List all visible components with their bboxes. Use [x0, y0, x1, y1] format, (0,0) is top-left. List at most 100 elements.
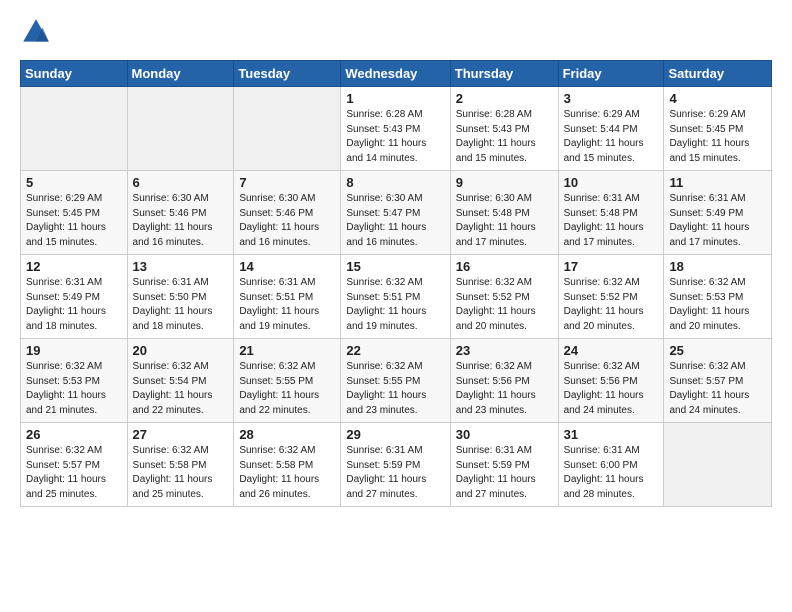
calendar-cell: 14 Sunrise: 6:31 AM Sunset: 5:51 PM Dayli… — [234, 255, 341, 339]
calendar-cell: 6 Sunrise: 6:30 AM Sunset: 5:46 PM Daylig… — [127, 171, 234, 255]
day-info: Sunrise: 6:28 AM Sunset: 5:43 PM Dayligh… — [346, 108, 444, 166]
calendar-cell: 18 Sunrise: 6:32 AM Sunset: 5:53 PM Dayli… — [664, 255, 772, 339]
calendar-cell — [234, 87, 341, 171]
calendar-cell: 28 Sunrise: 6:32 AM Sunset: 5:58 PM Dayli… — [234, 423, 341, 507]
day-info: Sunrise: 6:32 AM Sunset: 5:54 PM Dayligh… — [133, 360, 229, 418]
calendar-header: SundayMondayTuesdayWednesdayThursdayFrid… — [21, 61, 772, 87]
day-info: Sunrise: 6:30 AM Sunset: 5:46 PM Dayligh… — [239, 192, 335, 250]
day-number: 2 — [456, 91, 553, 106]
calendar-cell: 20Sunrise: 6:32 AM Sunset: 5:54 PM Dayli… — [127, 339, 234, 423]
day-number: 6 — [133, 175, 229, 190]
calendar-cell: 22 Sunrise: 6:32 AM Sunset: 5:55 PM Dayli… — [341, 339, 450, 423]
calendar-cell — [127, 87, 234, 171]
calendar-cell: 17 Sunrise: 6:32 AM Sunset: 5:52 PM Dayli… — [558, 255, 664, 339]
header — [20, 16, 772, 48]
day-number: 11 — [669, 175, 766, 190]
calendar-cell: 23 Sunrise: 6:32 AM Sunset: 5:56 PM Dayli… — [450, 339, 558, 423]
calendar-cell: 12 Sunrise: 6:31 AM Sunset: 5:49 PM Dayli… — [21, 255, 128, 339]
calendar-table: SundayMondayTuesdayWednesdayThursdayFrid… — [20, 60, 772, 507]
day-number: 8 — [346, 175, 444, 190]
day-number: 14 — [239, 259, 335, 274]
calendar-cell: 16Sunrise: 6:32 AM Sunset: 5:52 PM Dayli… — [450, 255, 558, 339]
day-info: Sunrise: 6:32 AM Sunset: 5:56 PM Dayligh… — [564, 360, 659, 418]
day-info: Sunrise: 6:30 AM Sunset: 5:48 PM Dayligh… — [456, 192, 553, 250]
day-info: Sunrise: 6:32 AM Sunset: 5:51 PM Dayligh… — [346, 276, 444, 334]
day-number: 30 — [456, 427, 553, 442]
calendar-cell: 27Sunrise: 6:32 AM Sunset: 5:58 PM Dayli… — [127, 423, 234, 507]
day-number: 24 — [564, 343, 659, 358]
calendar-cell — [21, 87, 128, 171]
day-info: Sunrise: 6:32 AM Sunset: 5:55 PM Dayligh… — [346, 360, 444, 418]
day-number: 7 — [239, 175, 335, 190]
day-info: Sunrise: 6:31 AM Sunset: 5:50 PM Dayligh… — [133, 276, 229, 334]
day-number: 26 — [26, 427, 122, 442]
day-info: Sunrise: 6:31 AM Sunset: 5:59 PM Dayligh… — [346, 444, 444, 502]
calendar-cell: 1 Sunrise: 6:28 AM Sunset: 5:43 PM Daylig… — [341, 87, 450, 171]
day-info: Sunrise: 6:28 AM Sunset: 5:43 PM Dayligh… — [456, 108, 553, 166]
calendar-cell: 30 Sunrise: 6:31 AM Sunset: 5:59 PM Dayli… — [450, 423, 558, 507]
day-number: 15 — [346, 259, 444, 274]
weekday-header: Monday — [127, 61, 234, 87]
day-info: Sunrise: 6:31 AM Sunset: 6:00 PM Dayligh… — [564, 444, 659, 502]
day-number: 22 — [346, 343, 444, 358]
day-number: 23 — [456, 343, 553, 358]
weekday-header: Thursday — [450, 61, 558, 87]
calendar-week-row: 12 Sunrise: 6:31 AM Sunset: 5:49 PM Dayli… — [21, 255, 772, 339]
calendar-cell: 19 Sunrise: 6:32 AM Sunset: 5:53 PM Dayli… — [21, 339, 128, 423]
day-number: 27 — [133, 427, 229, 442]
weekday-header: Wednesday — [341, 61, 450, 87]
calendar-week-row: 1 Sunrise: 6:28 AM Sunset: 5:43 PM Daylig… — [21, 87, 772, 171]
day-number: 19 — [26, 343, 122, 358]
day-info: Sunrise: 6:31 AM Sunset: 5:49 PM Dayligh… — [26, 276, 122, 334]
day-number: 28 — [239, 427, 335, 442]
day-info: Sunrise: 6:29 AM Sunset: 5:44 PM Dayligh… — [564, 108, 659, 166]
calendar-cell: 25 Sunrise: 6:32 AM Sunset: 5:57 PM Dayli… — [664, 339, 772, 423]
day-info: Sunrise: 6:30 AM Sunset: 5:46 PM Dayligh… — [133, 192, 229, 250]
day-number: 21 — [239, 343, 335, 358]
day-info: Sunrise: 6:32 AM Sunset: 5:52 PM Dayligh… — [564, 276, 659, 334]
calendar-cell — [664, 423, 772, 507]
day-number: 31 — [564, 427, 659, 442]
calendar-cell: 10Sunrise: 6:31 AM Sunset: 5:48 PM Dayli… — [558, 171, 664, 255]
logo-icon — [20, 16, 52, 48]
calendar-cell: 2 Sunrise: 6:28 AM Sunset: 5:43 PM Daylig… — [450, 87, 558, 171]
day-info: Sunrise: 6:32 AM Sunset: 5:52 PM Dayligh… — [456, 276, 553, 334]
calendar-cell: 7 Sunrise: 6:30 AM Sunset: 5:46 PM Daylig… — [234, 171, 341, 255]
calendar-cell: 24 Sunrise: 6:32 AM Sunset: 5:56 PM Dayli… — [558, 339, 664, 423]
calendar-cell: 31 Sunrise: 6:31 AM Sunset: 6:00 PM Dayli… — [558, 423, 664, 507]
weekday-header: Saturday — [664, 61, 772, 87]
page: SundayMondayTuesdayWednesdayThursdayFrid… — [0, 0, 792, 612]
day-number: 17 — [564, 259, 659, 274]
day-number: 18 — [669, 259, 766, 274]
calendar-week-row: 26 Sunrise: 6:32 AM Sunset: 5:57 PM Dayli… — [21, 423, 772, 507]
day-info: Sunrise: 6:32 AM Sunset: 5:57 PM Dayligh… — [26, 444, 122, 502]
day-number: 12 — [26, 259, 122, 274]
calendar-cell: 8Sunrise: 6:30 AM Sunset: 5:47 PM Daylig… — [341, 171, 450, 255]
day-info: Sunrise: 6:32 AM Sunset: 5:55 PM Dayligh… — [239, 360, 335, 418]
calendar-week-row: 19 Sunrise: 6:32 AM Sunset: 5:53 PM Dayli… — [21, 339, 772, 423]
calendar-cell: 21 Sunrise: 6:32 AM Sunset: 5:55 PM Dayli… — [234, 339, 341, 423]
calendar-cell: 4Sunrise: 6:29 AM Sunset: 5:45 PM Daylig… — [664, 87, 772, 171]
day-number: 4 — [669, 91, 766, 106]
day-info: Sunrise: 6:32 AM Sunset: 5:57 PM Dayligh… — [669, 360, 766, 418]
day-info: Sunrise: 6:31 AM Sunset: 5:51 PM Dayligh… — [239, 276, 335, 334]
calendar-cell: 26 Sunrise: 6:32 AM Sunset: 5:57 PM Dayli… — [21, 423, 128, 507]
day-number: 3 — [564, 91, 659, 106]
calendar-cell: 11Sunrise: 6:31 AM Sunset: 5:49 PM Dayli… — [664, 171, 772, 255]
calendar-cell: 9Sunrise: 6:30 AM Sunset: 5:48 PM Daylig… — [450, 171, 558, 255]
day-info: Sunrise: 6:31 AM Sunset: 5:59 PM Dayligh… — [456, 444, 553, 502]
day-info: Sunrise: 6:31 AM Sunset: 5:48 PM Dayligh… — [564, 192, 659, 250]
day-info: Sunrise: 6:29 AM Sunset: 5:45 PM Dayligh… — [26, 192, 122, 250]
calendar-cell: 3 Sunrise: 6:29 AM Sunset: 5:44 PM Daylig… — [558, 87, 664, 171]
day-info: Sunrise: 6:32 AM Sunset: 5:53 PM Dayligh… — [669, 276, 766, 334]
weekday-header: Tuesday — [234, 61, 341, 87]
day-info: Sunrise: 6:32 AM Sunset: 5:56 PM Dayligh… — [456, 360, 553, 418]
day-number: 25 — [669, 343, 766, 358]
calendar-cell: 13Sunrise: 6:31 AM Sunset: 5:50 PM Dayli… — [127, 255, 234, 339]
day-number: 1 — [346, 91, 444, 106]
calendar-cell: 15 Sunrise: 6:32 AM Sunset: 5:51 PM Dayli… — [341, 255, 450, 339]
calendar-week-row: 5Sunrise: 6:29 AM Sunset: 5:45 PM Daylig… — [21, 171, 772, 255]
weekday-header: Friday — [558, 61, 664, 87]
day-info: Sunrise: 6:32 AM Sunset: 5:58 PM Dayligh… — [239, 444, 335, 502]
day-info: Sunrise: 6:32 AM Sunset: 5:53 PM Dayligh… — [26, 360, 122, 418]
